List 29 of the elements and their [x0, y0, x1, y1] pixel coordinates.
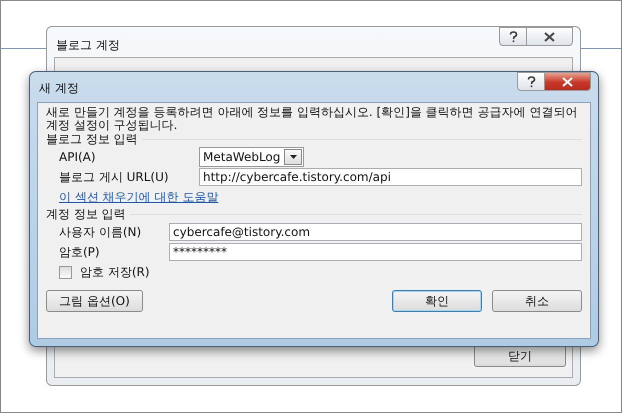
help-icon — [508, 30, 518, 42]
window-title: 블로그 계정 — [56, 37, 120, 54]
url-label: 블로그 게시 URL(U) — [59, 168, 170, 186]
help-link[interactable]: 이 섹션 채우기에 대한 도움말 — [59, 188, 218, 206]
picture-options-button[interactable]: 그림 옵션(O) — [46, 290, 143, 312]
remember-label: 암호 저장(R) — [80, 264, 150, 280]
intro-text: 새로 만들기 계정을 등록하려면 아래에 정보를 입력하십시오. [확인]을 클릭하면 공급자에 연결되어 계정 설정이 구성됩니다. — [46, 106, 578, 132]
close-window-button[interactable]: 닫기 — [474, 345, 566, 367]
section-heading: 계정 정보 입력 — [46, 206, 126, 223]
dropdown-arrow-icon — [290, 155, 297, 159]
close-icon — [544, 32, 555, 42]
help-icon — [526, 76, 536, 88]
username-label: 사용자 이름(N) — [59, 224, 142, 240]
cancel-button[interactable]: 취소 — [492, 290, 582, 312]
help-button[interactable] — [517, 72, 545, 91]
password-label: 암호(P) — [59, 244, 101, 260]
url-field[interactable]: http://cybercafe.tistory.com/api — [199, 168, 582, 186]
section-heading: 블로그 정보 입력 — [46, 131, 138, 148]
username-field[interactable]: cybercafe@tistory.com — [169, 223, 582, 241]
help-button[interactable] — [499, 27, 527, 46]
dialog-title: 새 계정 — [39, 80, 79, 97]
remember-checkbox[interactable] — [59, 266, 72, 278]
api-dropdown[interactable]: MetaWebLog — [199, 147, 304, 167]
close-icon — [562, 76, 573, 86]
close-button[interactable] — [527, 27, 573, 46]
api-label: API(A) — [59, 150, 97, 164]
ok-button[interactable]: 확인 — [392, 290, 482, 312]
password-field[interactable]: ********* — [169, 243, 582, 261]
close-button[interactable] — [545, 72, 591, 91]
